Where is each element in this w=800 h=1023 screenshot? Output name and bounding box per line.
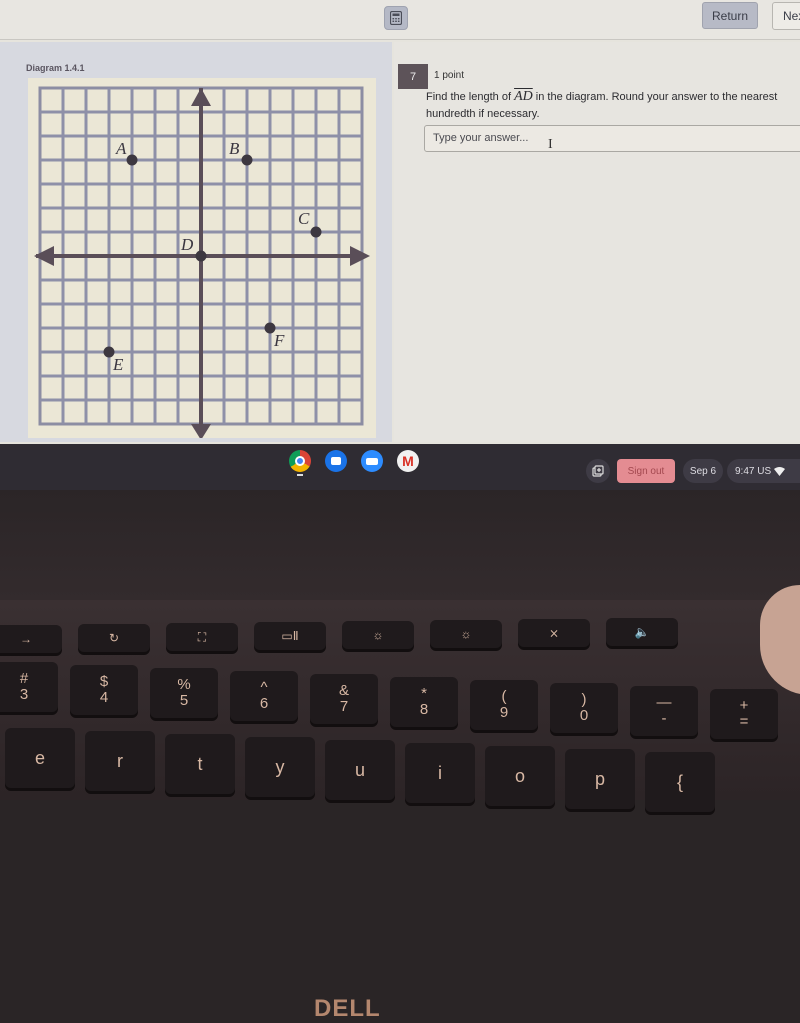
chrome-running-indicator <box>297 474 303 476</box>
y-axis-down-arrow <box>191 424 211 440</box>
function-key[interactable]: ☼ <box>430 620 502 648</box>
next-button[interactable]: Nex <box>772 2 800 30</box>
coordinate-grid: A B C D E F <box>34 86 370 440</box>
text-cursor-icon: I <box>548 137 553 152</box>
key-3[interactable]: y <box>245 737 315 797</box>
segment-label: AD <box>514 89 533 104</box>
key-4[interactable]: u <box>325 740 395 800</box>
key-7[interactable]: p <box>565 749 635 809</box>
point-label-f: F <box>273 331 285 350</box>
key-5[interactable]: % 5 <box>150 668 218 718</box>
key-8[interactable]: { <box>645 752 715 812</box>
status-tray[interactable]: 9:47 US <box>727 459 800 483</box>
key-2[interactable]: t <box>165 734 235 794</box>
function-key[interactable]: 🔈 <box>606 618 678 646</box>
point-label-a: A <box>115 139 127 158</box>
answer-placeholder: Type your answer... <box>433 132 529 144</box>
key-9[interactable]: (9 <box>470 680 538 730</box>
function-key[interactable]: → <box>0 625 62 653</box>
key--[interactable]: — - <box>630 686 698 736</box>
keyboard: → ↻ ⛶ ▭Ⅱ ☼ ☼ ⨯ 🔈 #3 $4% 5 ^ 6 & 7 * 8(9) 0— - + = e r t y u i o p{ <box>0 600 800 812</box>
key-1[interactable]: r <box>85 731 155 791</box>
function-key[interactable]: ☼ <box>342 621 414 649</box>
key-5[interactable]: i <box>405 743 475 803</box>
answer-input[interactable]: Type your answer... <box>424 125 800 152</box>
question-text-before: Find the length of <box>426 91 515 103</box>
question-points: 1 point <box>434 70 465 81</box>
laptop-bezel: DELL <box>0 490 800 1022</box>
key-0[interactable]: e <box>5 728 75 788</box>
sign-out-button[interactable]: Sign out <box>617 459 675 483</box>
question-number: 7 <box>398 64 428 89</box>
date-button[interactable]: Sep 6 <box>683 459 723 483</box>
point-a <box>126 154 138 166</box>
function-key[interactable]: ⛶ <box>166 623 238 651</box>
point-c <box>310 226 322 238</box>
calculator-button[interactable] <box>384 6 408 30</box>
key-3[interactable]: #3 <box>0 662 58 712</box>
return-button[interactable]: Return <box>702 2 758 29</box>
function-key[interactable]: ⨯ <box>518 619 590 647</box>
key-6[interactable]: o <box>485 746 555 806</box>
clock: 9:47 <box>735 465 755 477</box>
gmail-icon[interactable]: M <box>397 450 419 472</box>
point-label-c: C <box>298 209 310 228</box>
video-icon[interactable] <box>361 450 383 472</box>
key-6[interactable]: ^ 6 <box>230 671 298 721</box>
point-b <box>241 154 253 166</box>
function-key[interactable]: ▭Ⅱ <box>254 622 326 650</box>
wifi-icon <box>773 466 785 476</box>
key-4[interactable]: $4 <box>70 665 138 715</box>
question-text: Find the length of AD in the diagram. Ro… <box>426 88 796 123</box>
key-7[interactable]: & 7 <box>310 674 378 724</box>
key-8[interactable]: * 8 <box>390 677 458 727</box>
dell-logo: DELL <box>314 995 381 1022</box>
diagram-image: A B C D E F <box>28 78 376 440</box>
key-=[interactable]: + = <box>710 689 778 739</box>
diagram-label: Diagram 1.4.1 <box>26 63 85 73</box>
screen-capture-icon <box>592 465 604 477</box>
top-toolbar: Return Nex <box>0 0 800 40</box>
camera-icon[interactable] <box>325 450 347 472</box>
point-label-b: B <box>229 139 240 158</box>
screen-capture-button[interactable] <box>586 459 610 483</box>
point-d <box>195 250 207 262</box>
chrome-icon[interactable] <box>289 450 311 472</box>
key-0[interactable]: ) 0 <box>550 683 618 733</box>
screen: Return Nex Diagram 1.4.1 A B C D E F 7 1 poin… <box>0 0 800 490</box>
function-key[interactable]: ↻ <box>78 624 150 652</box>
point-label-e: E <box>112 355 124 374</box>
point-label-d: D <box>180 235 194 254</box>
locale: US <box>757 465 772 477</box>
calculator-icon <box>390 11 402 25</box>
